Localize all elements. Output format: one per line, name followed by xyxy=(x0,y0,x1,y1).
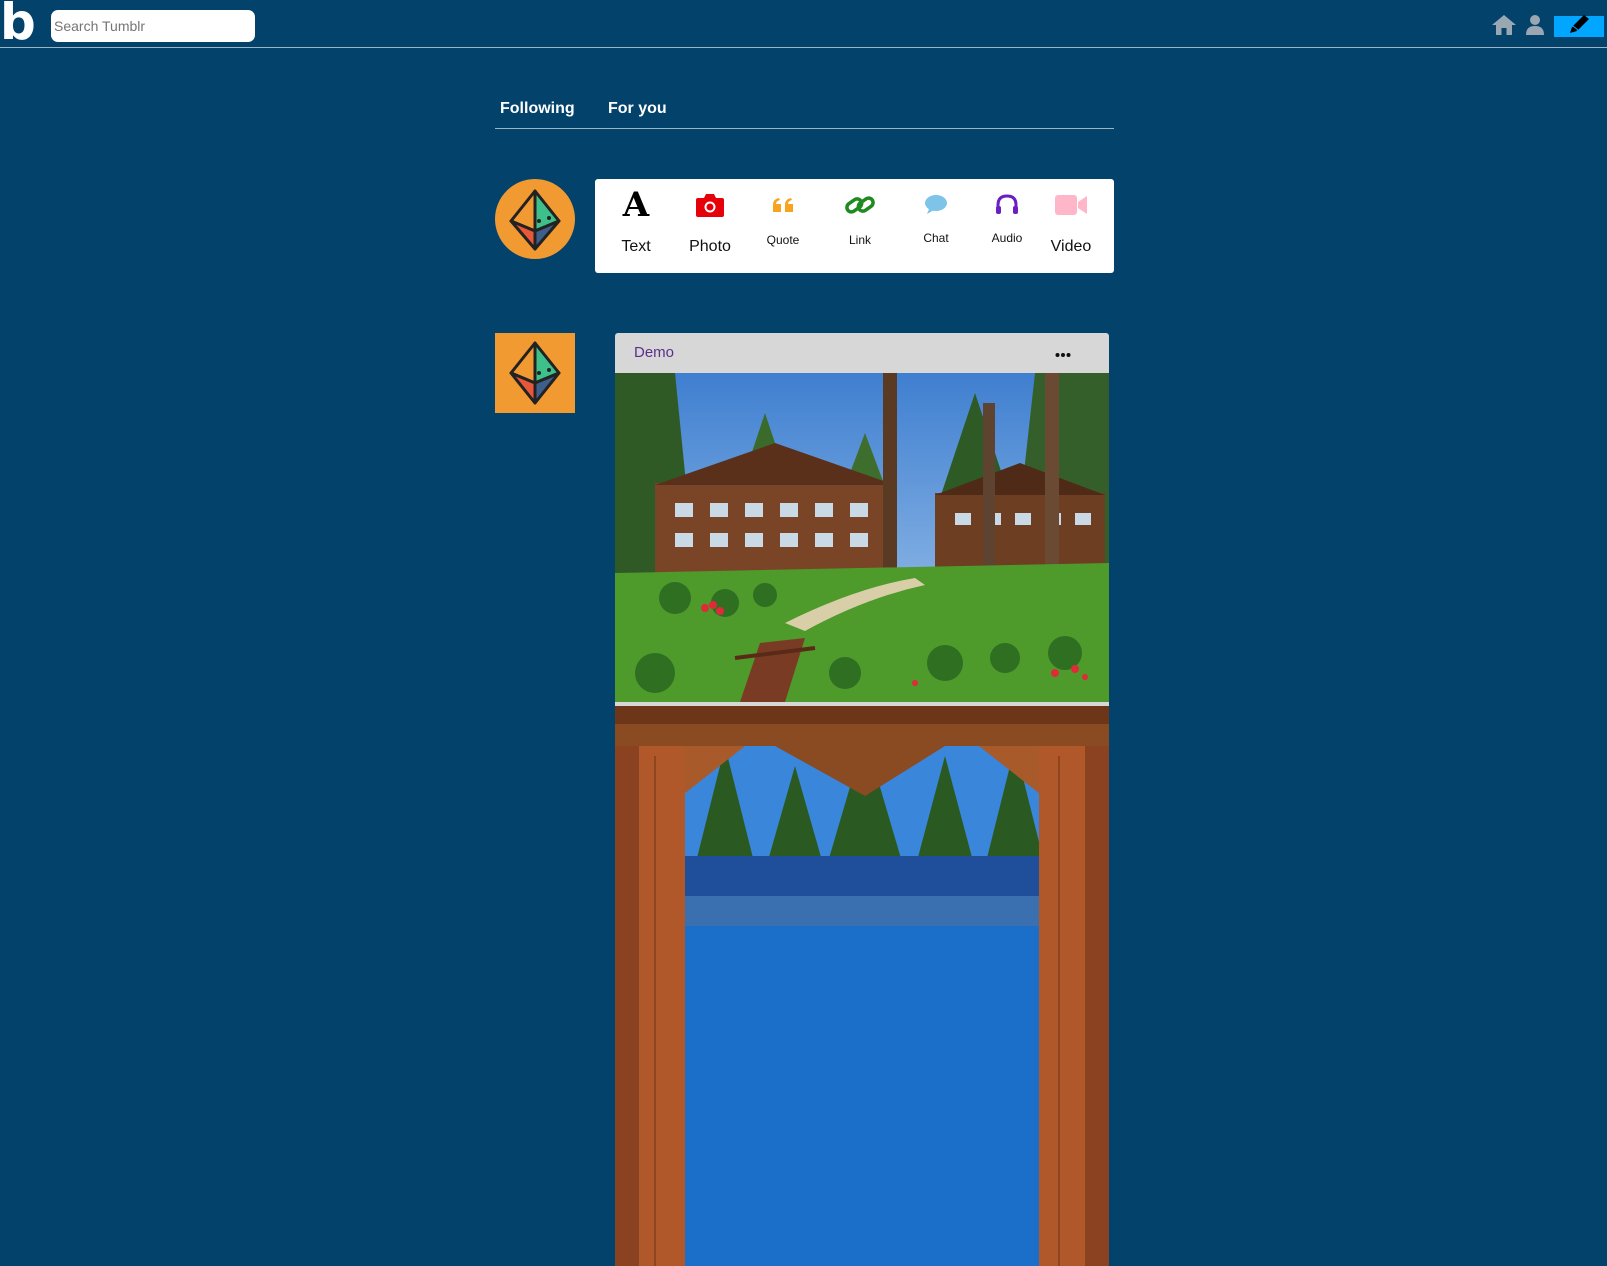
logo[interactable]: b xyxy=(0,0,36,47)
post-type-audio[interactable]: Audio xyxy=(972,179,1042,273)
post-type-bar: A Text Photo Quote Link Chat Audio Video xyxy=(595,179,1114,273)
post-card: Demo xyxy=(615,333,1109,1266)
post-type-chat[interactable]: Chat xyxy=(901,179,971,273)
post-type-video[interactable]: Video xyxy=(1036,179,1106,273)
feed-tabs: Following For you xyxy=(495,92,1114,129)
post-photo-lodge[interactable] xyxy=(615,373,1109,702)
post-type-label: Link xyxy=(848,233,871,247)
user-icon[interactable] xyxy=(1525,14,1545,41)
post-type-label: Photo xyxy=(689,238,731,255)
more-dots-icon[interactable] xyxy=(1055,345,1071,363)
post-type-photo[interactable]: Photo xyxy=(675,179,745,273)
text-icon: A xyxy=(622,185,650,225)
compose-button[interactable] xyxy=(1554,14,1604,39)
post-type-text[interactable]: A Text xyxy=(601,179,671,273)
tab-following[interactable]: Following xyxy=(500,100,575,118)
avatar-octahedron-icon xyxy=(509,189,561,251)
post-type-quote[interactable]: Quote xyxy=(748,179,818,273)
quote-icon xyxy=(748,187,818,223)
link-icon xyxy=(825,187,895,223)
headphones-icon xyxy=(972,187,1042,223)
avatar-octahedron-icon xyxy=(509,341,561,405)
search-input[interactable] xyxy=(51,10,255,42)
camera-icon xyxy=(675,187,745,223)
post-avatar[interactable] xyxy=(495,333,575,413)
top-navbar: b xyxy=(0,0,1607,48)
chat-bubble-icon xyxy=(901,187,971,223)
tab-for-you[interactable]: For you xyxy=(608,100,667,118)
home-icon[interactable] xyxy=(1491,14,1517,41)
avatar[interactable] xyxy=(495,179,575,259)
post-type-label: Audio xyxy=(991,231,1023,245)
post-type-label: Text xyxy=(621,238,651,255)
post-header: Demo xyxy=(615,333,1109,373)
post-blog-name[interactable]: Demo xyxy=(634,344,674,361)
post-type-link[interactable]: Link xyxy=(825,179,895,273)
post-type-label: Chat xyxy=(923,231,949,245)
video-camera-icon xyxy=(1036,187,1106,223)
post-type-label: Quote xyxy=(766,233,800,247)
post-photo-lake-view[interactable] xyxy=(615,706,1109,1266)
post-type-label: Video xyxy=(1050,238,1092,255)
pencil-icon xyxy=(1567,14,1591,39)
